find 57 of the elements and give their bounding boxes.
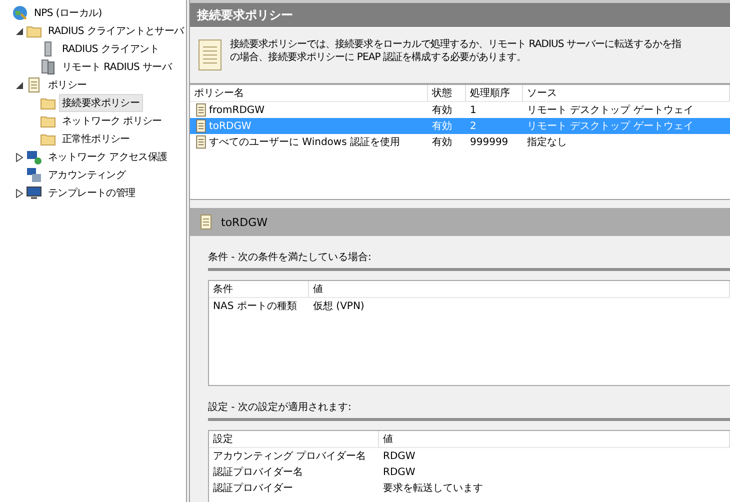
table-cell-text: 有効 [431, 136, 453, 150]
scroll-icon [26, 77, 42, 93]
table-cell-text: 999999 [469, 136, 510, 150]
column-header[interactable]: 条件 [209, 281, 309, 298]
scroll-icon [194, 119, 208, 133]
table-cell[interactable]: fromRDGW [190, 102, 428, 118]
table-cell-text: RDGW [382, 466, 416, 480]
monitor-icon [26, 185, 42, 201]
table-cell-text: RDGW [382, 450, 416, 464]
tree-item[interactable]: 接続要求ポリシー [59, 94, 143, 112]
tree-item[interactable]: アカウンティング [45, 166, 129, 184]
tree-item[interactable]: RADIUS クライアント [59, 40, 162, 58]
table-cell-text: 仮想 (VPN) [312, 300, 366, 314]
network-computer-icon [26, 149, 42, 165]
tree-item[interactable]: ネットワーク アクセス保護 [45, 148, 170, 166]
table-cell-text: 有効 [431, 104, 453, 118]
tree-item[interactable]: リモート RADIUS サーバ [59, 58, 175, 76]
table-cell-text: リモート デスクトップ ゲートウェイ [526, 104, 694, 118]
detail-title: toRDGW [221, 216, 268, 228]
column-header[interactable]: 値 [309, 281, 730, 298]
table-cell: リモート デスクトップ ゲートウェイ [523, 118, 730, 134]
column-header[interactable]: ソース [523, 85, 730, 102]
pane-title: 接続要求ポリシー [190, 0, 730, 27]
column-header[interactable]: ポリシー名 [190, 85, 428, 102]
table-cell-text: 認証プロバイダー名 [212, 466, 304, 480]
tree-item[interactable]: 正常性ポリシー [59, 130, 133, 148]
column-header[interactable]: 状態 [428, 85, 466, 102]
column-header[interactable]: 値 [379, 431, 730, 448]
expand-arrow-icon[interactable] [15, 152, 24, 162]
expand-arrow-icon[interactable] [15, 188, 24, 198]
table-cell: 2 [466, 118, 523, 134]
column-header[interactable]: 処理順序 [466, 85, 523, 102]
table-cell-text: 指定なし [526, 136, 568, 150]
column-header[interactable]: 設定 [209, 431, 379, 448]
table-cell-text: 要求を転送しています [382, 482, 484, 496]
tree-item[interactable]: ネットワーク ポリシー [59, 112, 165, 130]
table-cell-text: 認証プロバイダー [212, 482, 294, 496]
scroll-icon [196, 38, 224, 72]
table-cell-text: 1 [469, 104, 478, 118]
table-cell-text: NAS ポートの種類 [212, 300, 298, 314]
section-heading: 条件 - 次の条件を満たしている場合: [208, 236, 730, 271]
tree-item[interactable]: テンプレートの管理 [45, 184, 138, 202]
table-cell: 有効 [428, 118, 466, 134]
collapse-arrow-icon[interactable] [15, 80, 24, 90]
section-heading: 設定 - 次の設定が適用されます: [208, 386, 730, 421]
tree-item[interactable]: NPS (ローカル) [31, 4, 105, 22]
collapse-arrow-icon[interactable] [15, 26, 24, 36]
table-cell[interactable]: すべてのユーザーに Windows 認証を使用 [190, 134, 428, 150]
computers-icon [26, 167, 42, 183]
description-text: 接続要求ポリシーでは、接続要求をローカルで処理するか、リモート RADIUS サーバーに転送するかを指 の場合、接続要求ポリシーに PEAP 認証を構成する必要があります。 [230, 38, 682, 65]
tree-item[interactable]: ポリシー [45, 76, 90, 94]
scroll-icon [194, 103, 208, 117]
tree-item[interactable]: RADIUS クライアントとサーバ [45, 22, 186, 40]
scroll-icon [198, 214, 214, 230]
scroll-icon [194, 135, 208, 149]
servers-icon [40, 59, 56, 75]
table-cell-text: アカウンティング プロバイダー名 [212, 450, 368, 464]
